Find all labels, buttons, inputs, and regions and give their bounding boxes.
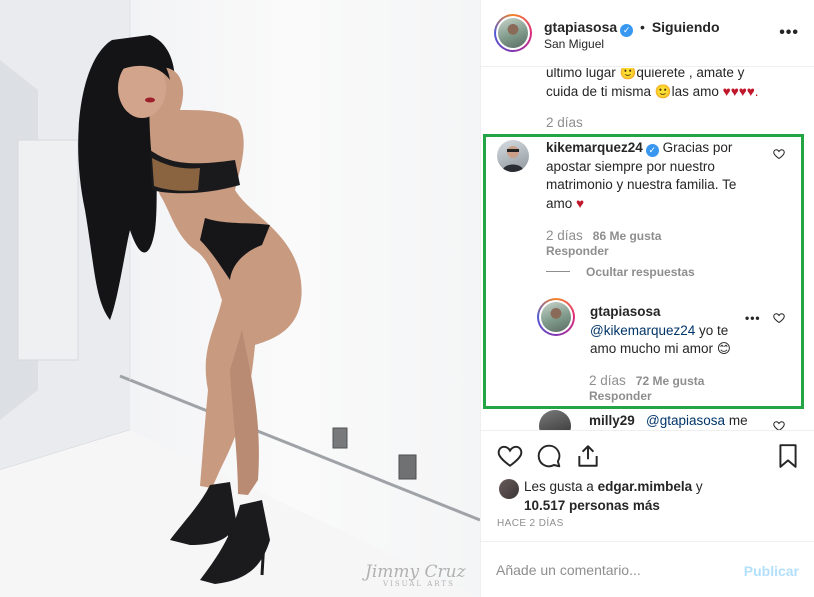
comment-bubble-icon[interactable] [536,443,562,469]
author-username[interactable]: gtapiasosa [544,19,617,35]
author-line: gtapiasosa ✓ • Siguiendo [544,19,720,37]
reply-comment: gtapiasosa @kikemarquez24 yo te amo much… [590,304,731,356]
commenter-avatar[interactable] [497,140,529,172]
next-mention-link[interactable]: @gtapiasosa [646,413,725,428]
like-reply-heart-icon[interactable] [773,312,785,324]
reply-more-icon[interactable]: ••• [745,311,761,325]
share-icon[interactable] [575,443,601,469]
post-location[interactable]: San Miguel [544,37,604,51]
likes-text: Les gusta a edgar.mimbela y 10.517 perso… [524,479,703,513]
reply-meta: 2 días 72 Me gusta [589,373,704,388]
separator-dot: • [640,19,645,35]
author-avatar[interactable] [494,14,532,52]
reply-to-reply-button[interactable]: Responder [589,389,652,403]
blush-emoji-icon: 😊 [716,341,731,356]
likes-count-link[interactable]: 10.517 personas más [524,498,660,513]
following-button[interactable]: Siguiendo [652,19,720,35]
photo-illustration [0,0,480,597]
smile-emoji-icon: 🙂 [619,68,637,80]
main-comment: kikemarquez24 ✓ Gracias por apostar siemp… [546,140,737,211]
comment-username[interactable]: kikemarquez24 [546,140,643,155]
add-comment-bar: Publicar [481,541,814,597]
comment-input[interactable] [496,560,726,580]
post-actions [481,430,814,476]
previous-comment-text: ultimo lugar 🙂quierete , amate y cuida d… [546,68,759,101]
post-header: gtapiasosa ✓ • Siguiendo San Miguel ••• [481,0,814,67]
reply-time[interactable]: 2 días [589,373,626,388]
liker-username[interactable]: edgar.mimbela [598,479,693,494]
main-comment-meta: 2 días 86 Me gusta [546,228,661,243]
mention-link[interactable]: @kikemarquez24 [590,323,695,338]
next-comment-username[interactable]: milly29 [589,413,635,428]
publish-button[interactable]: Publicar [744,563,799,579]
like-comment-heart-icon[interactable] [773,148,785,160]
more-options-icon[interactable]: ••• [779,24,799,42]
reply-author-avatar[interactable] [537,298,575,336]
like-heart-icon[interactable] [497,443,523,469]
hide-replies-button[interactable]: Ocultar respuestas [546,265,695,279]
bookmark-icon[interactable] [777,443,799,469]
reply-button[interactable]: Responder [546,244,609,258]
like-next-heart-icon[interactable] [773,420,785,430]
previous-comment-time[interactable]: 2 días [546,115,583,130]
thread-line [546,271,570,272]
photo-watermark: Jimmy Cruz VISUAL ARTS [365,562,466,588]
verified-badge-icon: ✓ [620,24,634,37]
post-date[interactable]: HACE 2 DÍAS [497,518,564,529]
comment-time[interactable]: 2 días [546,228,583,243]
heart-emoji: ♥ [576,195,585,211]
next-commenter-avatar[interactable] [539,410,571,430]
verified-badge-icon: ✓ [645,144,659,157]
liker-avatar[interactable] [499,479,519,499]
reply-username[interactable]: gtapiasosa [590,304,661,319]
hearts-emoji: ♥♥♥♥. [722,83,759,99]
comments-list[interactable]: ultimo lugar 🙂quierete , amate y cuida d… [481,68,814,430]
smile-emoji-icon: 🙂 [654,83,672,99]
post-side-panel: gtapiasosa ✓ • Siguiendo San Miguel ••• u… [480,0,814,597]
post-photo[interactable]: Jimmy Cruz VISUAL ARTS [0,0,480,597]
reply-like-count[interactable]: 72 Me gusta [636,374,705,388]
comment-like-count[interactable]: 86 Me gusta [593,229,662,243]
